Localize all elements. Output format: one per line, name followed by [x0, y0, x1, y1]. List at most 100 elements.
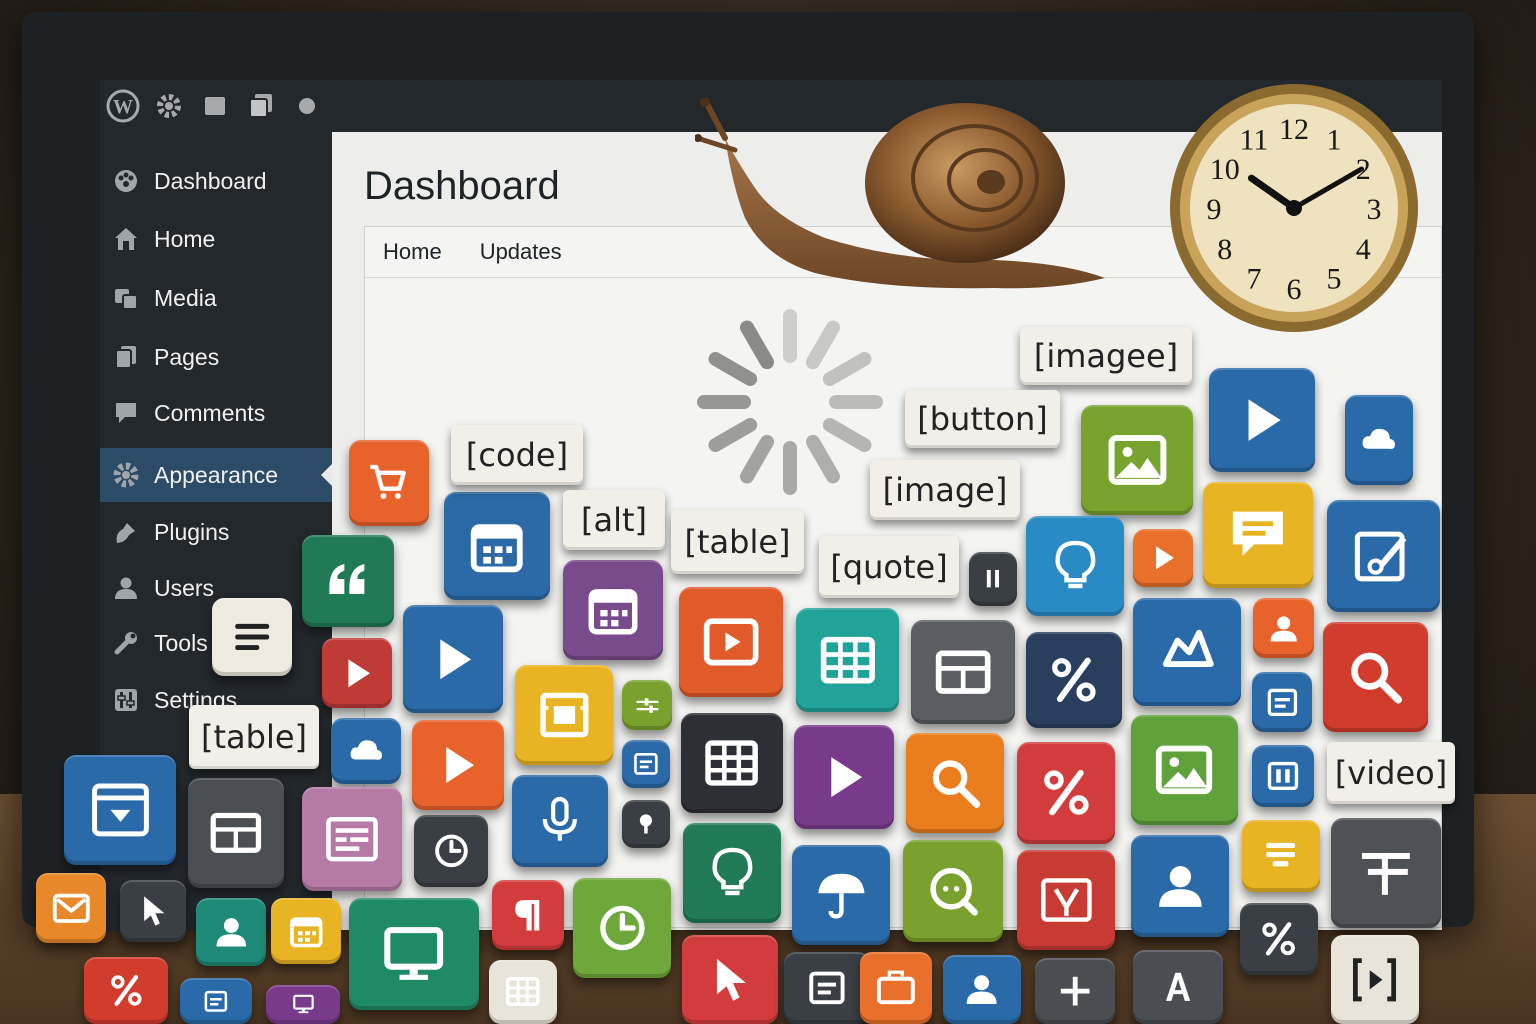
doc-tile[interactable] — [180, 978, 252, 1024]
tab-updates[interactable]: Updates — [480, 239, 562, 265]
calendar-tile[interactable] — [444, 492, 550, 600]
play-tile[interactable] — [794, 725, 894, 829]
play-tile[interactable] — [1133, 529, 1193, 587]
doc-tile[interactable] — [1252, 672, 1312, 732]
bracket-play-tile[interactable] — [1331, 935, 1419, 1024]
cloud-tile[interactable] — [331, 718, 401, 784]
percent-tile[interactable] — [1017, 742, 1115, 844]
film-tile[interactable] — [515, 665, 613, 765]
sidebar-item-pages[interactable]: Pages — [100, 330, 332, 384]
columns-tile[interactable] — [1252, 745, 1314, 807]
list-tile[interactable] — [212, 598, 292, 676]
table-tile[interactable] — [489, 960, 557, 1024]
user-tile[interactable] — [1253, 598, 1314, 658]
user-icon — [966, 975, 997, 1005]
shortcode-chip[interactable]: [code] — [451, 425, 583, 485]
cursor-tile[interactable] — [120, 880, 186, 942]
percent-tile[interactable] — [1026, 632, 1122, 728]
sidebar-item-home[interactable]: Home — [100, 212, 332, 266]
shortcode-chip[interactable]: [video] — [1327, 742, 1455, 804]
browser-icon — [91, 783, 149, 837]
highlight-tile[interactable] — [1242, 820, 1320, 892]
monitor-tile[interactable] — [349, 898, 479, 1010]
percent-tile[interactable] — [84, 957, 168, 1024]
pause-icon — [986, 570, 1000, 588]
image-tile[interactable] — [1081, 405, 1193, 515]
chat-tile[interactable] — [903, 840, 1003, 942]
shape-tile[interactable] — [1133, 598, 1241, 706]
play-tile[interactable] — [412, 720, 504, 810]
columns-icon — [1267, 761, 1299, 791]
briefcase-tile[interactable] — [860, 952, 932, 1024]
slider-tile[interactable] — [622, 680, 672, 730]
pages-icon[interactable] — [238, 80, 284, 132]
calendar-tile[interactable] — [271, 898, 341, 964]
search-tile[interactable] — [1323, 622, 1428, 732]
plus-tile[interactable] — [1035, 958, 1115, 1024]
sidebar-item-media[interactable]: Media — [100, 271, 332, 325]
text-a-icon — [1165, 972, 1191, 1001]
percent-tile[interactable] — [1240, 903, 1318, 975]
image-tile[interactable] — [1131, 715, 1238, 825]
page-icon[interactable] — [192, 80, 238, 132]
browser-tile[interactable] — [64, 755, 176, 865]
shortcode-chip[interactable]: [table] — [189, 705, 319, 769]
pin-tile[interactable] — [622, 800, 670, 848]
shortcode-chip[interactable]: [imagee] — [1020, 327, 1192, 385]
mail-tile[interactable] — [36, 873, 106, 943]
lightbulb-tile[interactable] — [683, 823, 781, 923]
sidebar-item-appearance[interactable]: Appearance — [100, 448, 332, 502]
shortcode-chip[interactable]: [image] — [870, 460, 1020, 520]
shortcode-chip[interactable]: [alt] — [563, 490, 665, 550]
cart-tile[interactable] — [349, 440, 429, 526]
cursor-tile[interactable] — [682, 935, 778, 1024]
video-tile[interactable] — [679, 587, 783, 697]
clock-tile[interactable] — [414, 815, 488, 887]
doc-tile[interactable] — [784, 952, 870, 1024]
lightbulb-tile[interactable] — [1026, 516, 1124, 616]
clock-numeral: 7 — [1247, 262, 1262, 295]
shortcode-chip[interactable]: [table] — [671, 510, 804, 574]
user-tile[interactable] — [196, 898, 266, 966]
table-tile[interactable] — [681, 713, 783, 813]
edit-tile[interactable] — [1327, 500, 1440, 612]
calendar-tile[interactable] — [563, 560, 663, 660]
coupon-tile[interactable] — [1017, 850, 1115, 950]
sidebar-item-plugins[interactable]: Plugins — [100, 505, 332, 559]
umbrella-tile[interactable] — [792, 845, 890, 945]
align-tile[interactable] — [1331, 818, 1441, 928]
play-tile[interactable] — [322, 638, 392, 708]
search-tile[interactable] — [906, 733, 1004, 833]
quote-tile[interactable] — [302, 535, 394, 627]
clock-tile[interactable] — [573, 878, 671, 978]
microphone-tile[interactable] — [512, 775, 608, 867]
sidebar-item-comments[interactable]: Comments — [100, 386, 332, 440]
paragraph-icon — [515, 899, 540, 931]
paragraph-tile[interactable] — [492, 880, 564, 950]
clock-icon — [434, 834, 468, 868]
dot-icon[interactable] — [284, 80, 330, 132]
layout-tile[interactable] — [911, 620, 1015, 724]
tab-home[interactable]: Home — [383, 239, 442, 265]
table-tile[interactable] — [796, 608, 899, 712]
text-a-tile[interactable] — [1133, 950, 1223, 1024]
wordpress-logo-icon[interactable]: W — [100, 80, 146, 132]
cloud-icon — [350, 740, 382, 760]
play-tile[interactable] — [1209, 368, 1315, 472]
play-tile[interactable] — [403, 605, 503, 713]
cloud-tile[interactable] — [1345, 395, 1413, 485]
sidebar-item-dashboard[interactable]: Dashboard — [100, 154, 332, 208]
shortcode-chip[interactable]: [quote] — [819, 536, 959, 598]
user-tile[interactable] — [943, 955, 1021, 1024]
doc-tile[interactable] — [622, 740, 670, 788]
layout-tile[interactable] — [188, 778, 284, 888]
pause-tile[interactable] — [969, 552, 1017, 606]
gear-icon[interactable] — [146, 80, 192, 132]
form-tile[interactable] — [302, 787, 402, 891]
shortcode-chip[interactable]: [button] — [905, 390, 1060, 448]
comment-tile[interactable] — [1203, 482, 1313, 588]
cloud-icon — [1362, 428, 1396, 449]
monitor-tile[interactable] — [266, 985, 340, 1024]
user-tile[interactable] — [1131, 835, 1229, 937]
image-icon — [1108, 435, 1166, 485]
